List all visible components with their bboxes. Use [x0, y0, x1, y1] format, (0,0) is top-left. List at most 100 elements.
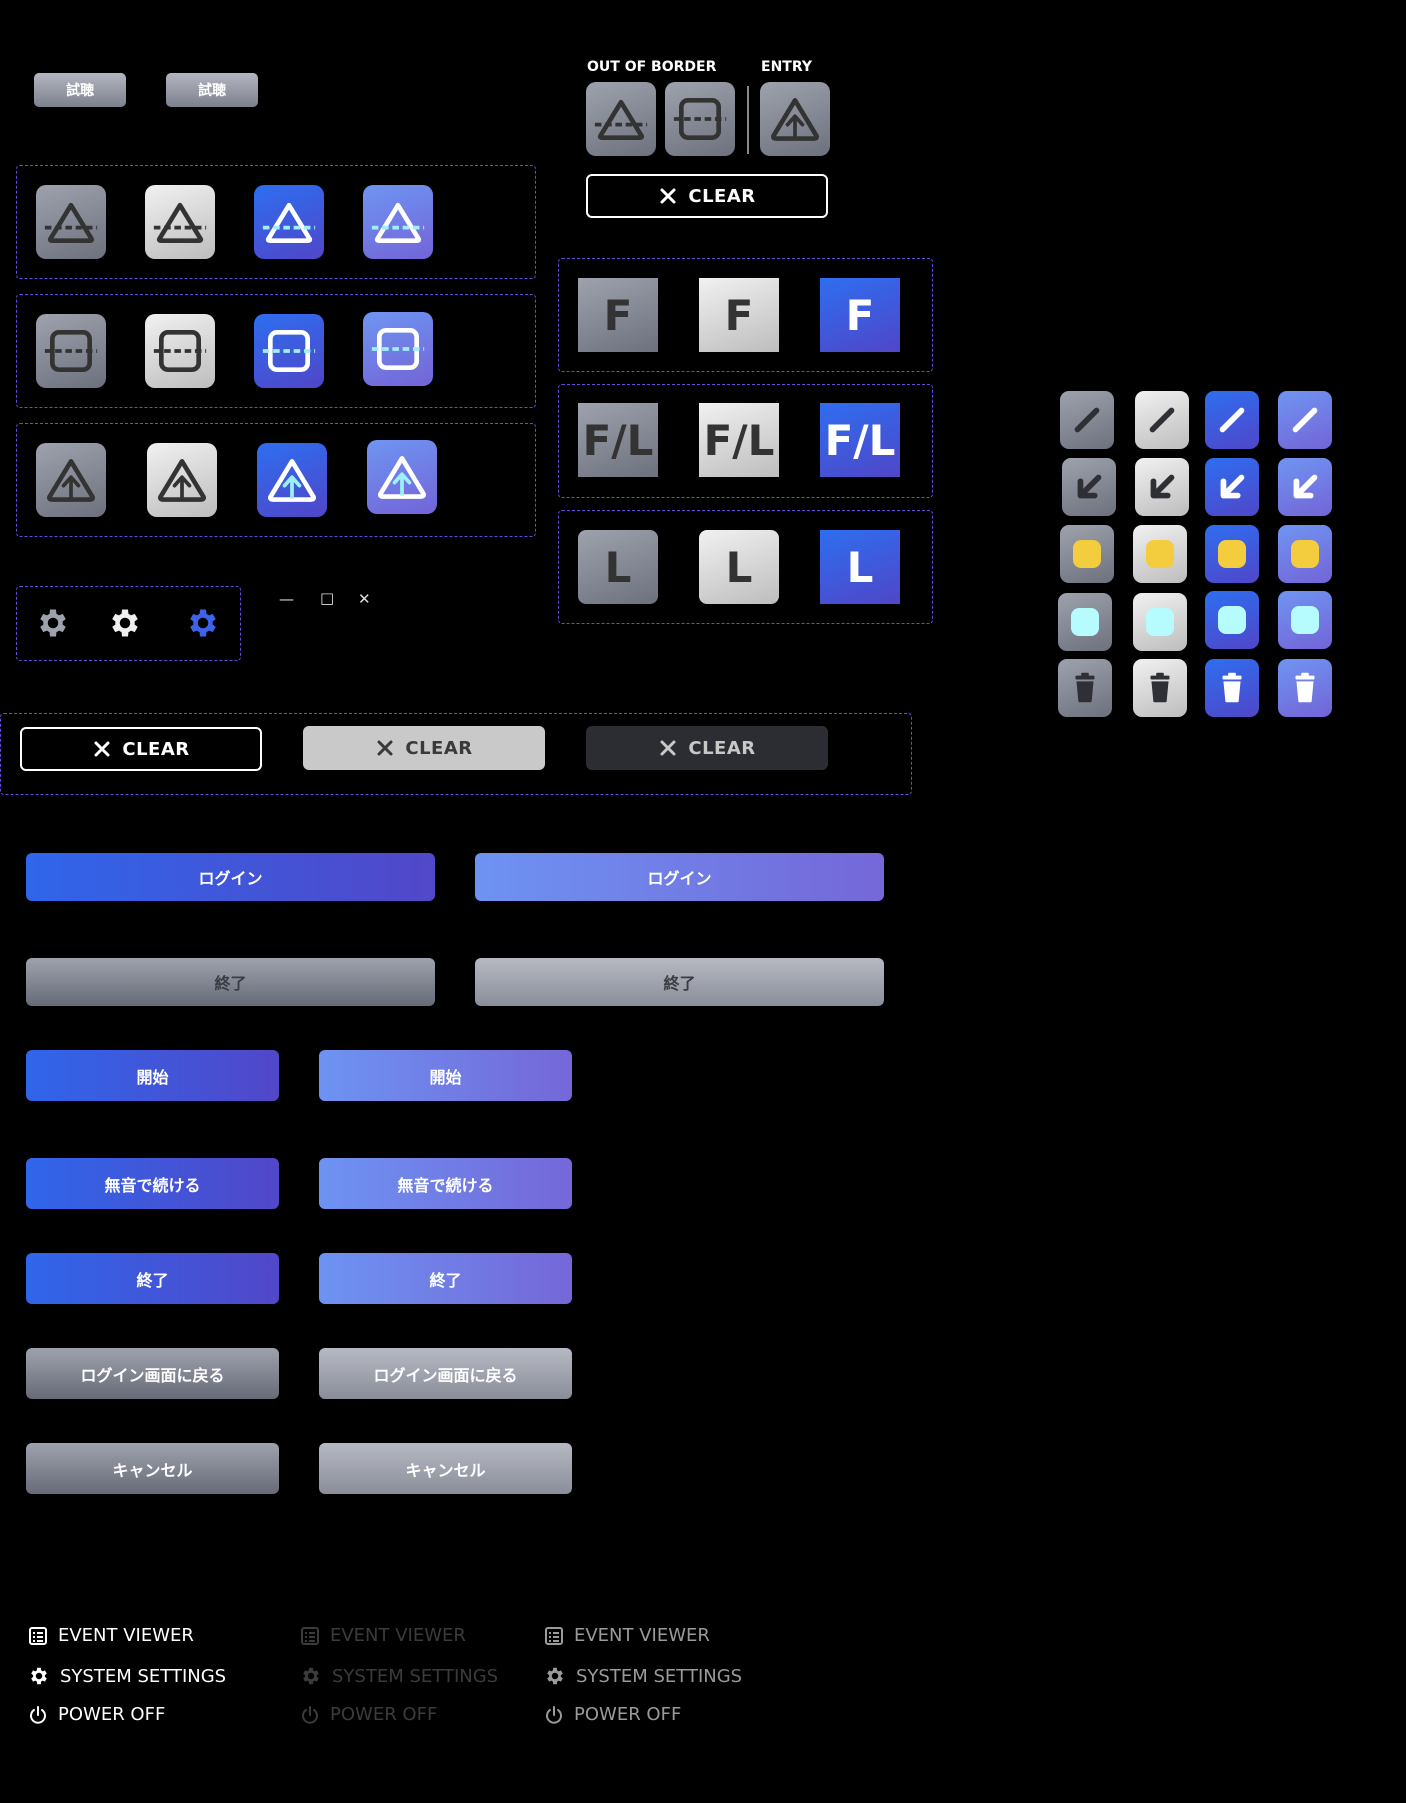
continue-muted-button-hover[interactable]: 無音で続ける	[319, 1158, 572, 1209]
arrow-tile-light[interactable]	[1135, 458, 1189, 516]
tile-entry-blue-hover[interactable]	[367, 440, 437, 514]
tile-square-light[interactable]	[145, 314, 215, 388]
menu-event-viewer-disabled[interactable]: EVENT VIEWER	[300, 1625, 466, 1646]
menu-power-off[interactable]: POWER OFF	[28, 1704, 165, 1725]
cyan-tile-dark[interactable]	[1058, 593, 1112, 651]
f-tile-dark[interactable]: F	[578, 278, 658, 352]
clear-label: CLEAR	[688, 737, 756, 759]
exit-button-hover[interactable]: 終了	[319, 1253, 572, 1304]
pen-icon	[1213, 401, 1251, 439]
tile-entry-light[interactable]	[147, 443, 217, 517]
square-yellow-icon	[1073, 540, 1101, 568]
clear-label: CLEAR	[688, 185, 756, 207]
menu-event-viewer-hover[interactable]: EVENT VIEWER	[544, 1625, 710, 1646]
l-tile-light[interactable]: L	[699, 530, 779, 604]
trash-icon	[1213, 669, 1251, 707]
triangle-arrow-up-icon	[374, 449, 430, 505]
pen-tile-blue[interactable]	[1205, 391, 1259, 449]
entry-label: ENTRY	[761, 59, 812, 75]
l-tile-dark[interactable]: L	[578, 530, 658, 604]
tile-square-dark[interactable]	[36, 314, 106, 388]
trash-tile-dark[interactable]	[1058, 659, 1112, 717]
tile-square-blue[interactable]	[254, 314, 324, 388]
exit-button-wide[interactable]: 終了	[26, 958, 435, 1006]
preview-button-2[interactable]: 試聴	[166, 73, 258, 107]
exit-button[interactable]: 終了	[26, 1253, 279, 1304]
divider	[747, 86, 749, 154]
yellow-tile-blue[interactable]	[1205, 525, 1259, 583]
cyan-tile-light[interactable]	[1133, 593, 1187, 651]
exit-button-wide-hover[interactable]: 終了	[475, 958, 884, 1006]
fl-tile-light[interactable]: F/L	[699, 403, 779, 477]
menu-power-off-hover[interactable]: POWER OFF	[544, 1704, 681, 1725]
back-to-login-button-hover[interactable]: ログイン画面に戻る	[319, 1348, 572, 1399]
f-tile-light[interactable]: F	[699, 278, 779, 352]
clear-button-light[interactable]: CLEAR	[303, 726, 545, 770]
list-icon	[300, 1626, 320, 1646]
menu-power-off-disabled[interactable]: POWER OFF	[300, 1704, 437, 1725]
preview-button-1[interactable]: 試聴	[34, 73, 126, 107]
triangle-dashed-icon	[593, 91, 649, 147]
yellow-tile-blue-hover[interactable]	[1278, 525, 1332, 583]
cyan-tile-blue[interactable]	[1205, 591, 1259, 649]
pen-tile-blue-hover[interactable]	[1278, 391, 1332, 449]
arrow-tile-dark[interactable]	[1062, 458, 1116, 516]
clear-button-top[interactable]: CLEAR	[586, 174, 828, 218]
start-button[interactable]: 開始	[26, 1050, 279, 1101]
menu-power-off-label: POWER OFF	[330, 1704, 438, 1725]
start-button-hover[interactable]: 開始	[319, 1050, 572, 1101]
fl-tile-dark[interactable]: F/L	[578, 403, 658, 477]
triangle-dashed-icon	[152, 194, 208, 250]
arrow-tile-blue-hover[interactable]	[1278, 458, 1332, 516]
square-cyan-icon	[1146, 608, 1174, 636]
pen-tile-light[interactable]	[1135, 391, 1189, 449]
trash-tile-blue-hover[interactable]	[1278, 659, 1332, 717]
triangle-dashed-icon	[43, 194, 99, 250]
clear-button-outline[interactable]: CLEAR	[20, 727, 262, 771]
maximize-button[interactable]: □	[320, 589, 334, 607]
square-dashed-icon	[261, 323, 317, 379]
trash-tile-blue[interactable]	[1205, 659, 1259, 717]
gear-icon[interactable]	[35, 605, 71, 641]
square-yellow-icon	[1146, 540, 1174, 568]
clear-button-dark[interactable]: CLEAR	[586, 726, 828, 770]
square-yellow-icon	[1291, 540, 1319, 568]
tile-out-of-border-blue[interactable]	[254, 185, 324, 259]
cyan-tile-blue-hover[interactable]	[1278, 591, 1332, 649]
pen-tile-dark[interactable]	[1060, 391, 1114, 449]
gear-icon[interactable]	[107, 605, 143, 641]
square-cyan-icon	[1218, 606, 1246, 634]
tile-square-blue-hover[interactable]	[363, 312, 433, 386]
f-tile-blue[interactable]: F	[820, 278, 900, 352]
triangle-dashed-icon	[261, 194, 317, 250]
out-of-border-square-button[interactable]	[665, 82, 735, 156]
cancel-button[interactable]: キャンセル	[26, 1443, 279, 1494]
arrow-tile-blue[interactable]	[1205, 458, 1259, 516]
fl-tile-blue[interactable]: F/L	[820, 403, 900, 477]
menu-system-settings[interactable]: SYSTEM SETTINGS	[28, 1665, 226, 1687]
tile-out-of-border-light[interactable]	[145, 185, 215, 259]
trash-icon	[1141, 669, 1179, 707]
yellow-tile-dark[interactable]	[1060, 525, 1114, 583]
menu-system-settings-disabled[interactable]: SYSTEM SETTINGS	[300, 1665, 498, 1687]
login-button-hover[interactable]: ログイン	[475, 853, 884, 901]
close-button[interactable]: ✕	[358, 590, 371, 608]
login-button[interactable]: ログイン	[26, 853, 435, 901]
tile-entry-dark[interactable]	[36, 443, 106, 517]
tile-entry-blue[interactable]	[257, 443, 327, 517]
continue-muted-button[interactable]: 無音で続ける	[26, 1158, 279, 1209]
trash-tile-light[interactable]	[1133, 659, 1187, 717]
yellow-tile-light[interactable]	[1133, 525, 1187, 583]
menu-system-settings-hover[interactable]: SYSTEM SETTINGS	[544, 1665, 742, 1687]
menu-event-viewer[interactable]: EVENT VIEWER	[28, 1625, 194, 1646]
tile-out-of-border-blue-hover[interactable]	[363, 185, 433, 259]
l-tile-blue[interactable]: L	[820, 530, 900, 604]
tile-out-of-border-dark[interactable]	[36, 185, 106, 259]
gear-icon[interactable]	[185, 605, 221, 641]
out-of-border-triangle-button[interactable]	[586, 82, 656, 156]
back-to-login-button[interactable]: ログイン画面に戻る	[26, 1348, 279, 1399]
pen-icon	[1286, 401, 1324, 439]
minimize-button[interactable]: —	[279, 590, 294, 608]
entry-button[interactable]	[760, 82, 830, 156]
cancel-button-hover[interactable]: キャンセル	[319, 1443, 572, 1494]
